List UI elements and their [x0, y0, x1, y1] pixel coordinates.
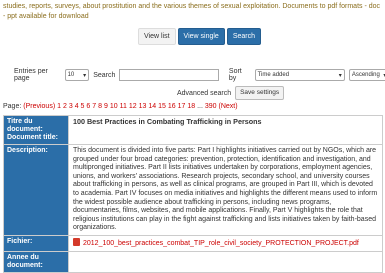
record-row-description: Description: This document is divided in… — [3, 144, 383, 236]
page-link-13[interactable]: 13 — [139, 103, 147, 110]
page-link-3[interactable]: 3 — [69, 103, 73, 110]
page-link-5[interactable]: 5 — [81, 103, 85, 110]
entries-label: Entries per page — [14, 68, 48, 82]
sort-select[interactable]: Time added ▾ — [254, 69, 345, 81]
page-link-16[interactable]: 16 — [168, 103, 176, 110]
document-year — [68, 250, 383, 273]
pdf-icon — [73, 237, 80, 246]
sort-label: Sort by — [228, 68, 242, 82]
search-button[interactable]: Search — [226, 28, 262, 45]
record-row-year: Annee du document: — [3, 250, 383, 273]
order-select[interactable]: Ascending ▾ — [348, 69, 385, 81]
page-link-17[interactable]: 17 — [178, 103, 186, 110]
record-row-file: Fichier: 2012_100_best_practices_combat_… — [3, 234, 383, 252]
file-label: Fichier: — [3, 234, 69, 252]
record-table: Titre du document: Document title: 100 B… — [3, 115, 383, 273]
page-link-12[interactable]: 12 — [129, 103, 137, 110]
file-cell: 2012_100_best_practices_combat_TIP_role_… — [68, 234, 383, 252]
search-label: Search — [93, 71, 116, 79]
list-controls: Entries per page 10 ▾ Search Sort by Tim… — [14, 68, 385, 82]
page-link-1[interactable]: 1 — [57, 103, 61, 110]
file-download-link[interactable]: 2012_100_best_practices_combat_TIP_role_… — [83, 240, 359, 247]
page-link-15[interactable]: 15 — [158, 103, 166, 110]
document-title: 100 Best Practices in Combating Traffick… — [68, 115, 383, 145]
save-settings-button[interactable]: Save settings — [235, 86, 285, 100]
advanced-row: Advanced search Save settings — [177, 86, 285, 100]
page-link-7[interactable]: 7 — [92, 103, 96, 110]
view-single-button[interactable]: View single — [177, 28, 225, 45]
last-page-link[interactable]: 390 — [205, 103, 217, 110]
document-description: This document is divided into five parts… — [68, 144, 383, 236]
next-page-link[interactable]: (Next) — [219, 103, 238, 110]
intro-text: studies, reports, surveys, about prostit… — [3, 3, 381, 20]
page-link-2[interactable]: 2 — [63, 103, 67, 110]
page-link-10[interactable]: 10 — [110, 103, 118, 110]
title-label: Titre du document: Document title: — [3, 115, 69, 145]
pagination-label: Page: — [3, 103, 22, 110]
entries-select[interactable]: 10 ▾ — [64, 69, 90, 81]
record-row-title: Titre du document: Document title: 100 B… — [3, 115, 383, 145]
description-label: Description: — [3, 144, 69, 236]
advanced-search-link[interactable]: Advanced search — [177, 90, 231, 97]
pagination: Page: (Previous) 1 2 3 4 5 6 7 8 9 10 11… — [3, 103, 238, 110]
chevron-down-icon: ▾ — [83, 72, 87, 79]
page-links: 1 2 3 4 5 6 7 8 9 10 11 12 13 14 15 16 1… — [57, 103, 197, 110]
previous-page-link[interactable]: (Previous) — [23, 103, 55, 110]
page-link-14[interactable]: 14 — [148, 103, 156, 110]
page-link-9[interactable]: 9 — [104, 103, 108, 110]
pagination-ellipsis: ... — [197, 103, 203, 110]
year-label: Annee du document: — [3, 250, 69, 273]
page-link-4[interactable]: 4 — [75, 103, 79, 110]
page-link-6[interactable]: 6 — [86, 103, 90, 110]
page-link-18[interactable]: 18 — [187, 103, 195, 110]
search-input[interactable] — [119, 69, 219, 81]
chevron-down-icon: ▾ — [338, 72, 342, 79]
page-link-8[interactable]: 8 — [98, 103, 102, 110]
view-toolbar: View list View single Search — [138, 28, 262, 45]
page-link-11[interactable]: 11 — [120, 103, 127, 110]
view-list-button[interactable]: View list — [138, 28, 176, 45]
